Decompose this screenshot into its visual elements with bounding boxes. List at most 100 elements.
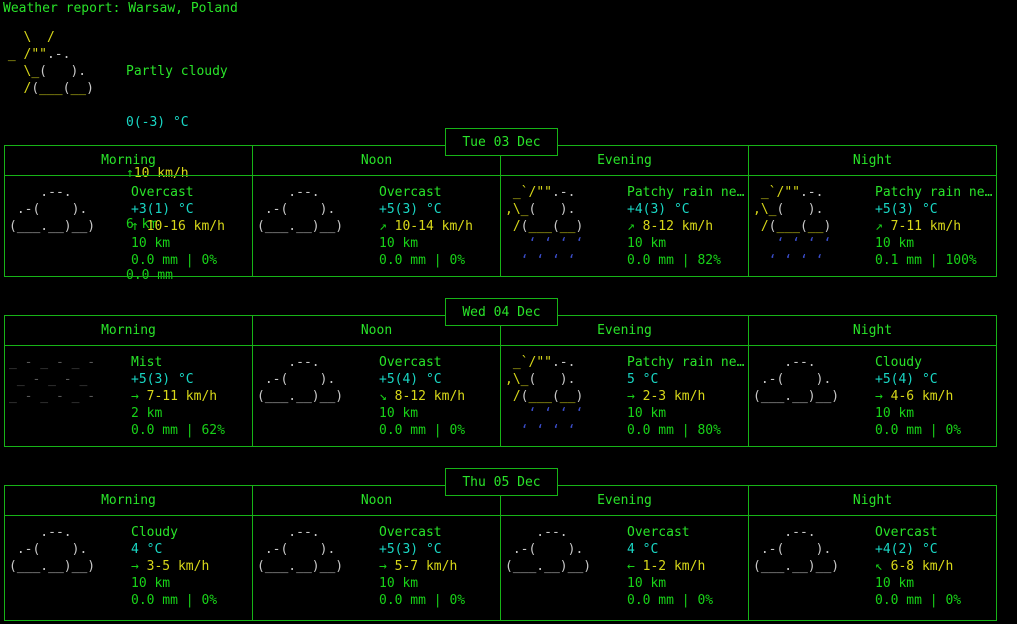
forecast-date-badge: Tue 03 Dec — [445, 128, 558, 156]
forecast-temperature: +5(3) °C — [379, 202, 442, 217]
forecast-cell-info: Overcast 4 °C ← 1-2 km/h 10 km 0.0 mm | 0% — [627, 524, 748, 620]
forecast-cell: .--. .-( ). (___.__)__) Overcast +3(1) °C ↑ … — [5, 176, 253, 276]
forecast-wind-speed: 7-11 km/h — [882, 219, 962, 234]
forecast-wind-speed: 6-8 km/h — [882, 559, 954, 574]
forecast-cell-info: Cloudy 4 °C → 3-5 km/h 10 km 0.0 mm | 0% — [131, 524, 252, 620]
forecast-day-table: Morning Noon Evening Night _ - _ - _ - _ - _… — [4, 315, 997, 447]
column-header-morning: Morning — [5, 146, 253, 175]
forecast-precipitation: 0.0 mm | 0% — [379, 253, 466, 268]
forecast-wind-speed: 8-12 km/h — [386, 389, 466, 404]
forecast-wind: → 4-6 km/h — [875, 388, 996, 405]
forecast-condition: Overcast — [379, 185, 442, 200]
forecast-condition: Patchy rain ne… — [627, 185, 745, 200]
wind-direction-icon: ↗ — [627, 219, 635, 234]
forecast-wind: ↑ 10-16 km/h — [131, 218, 252, 235]
forecast-condition: Overcast — [379, 525, 442, 540]
forecast-precipitation: 0.1 mm | 100% — [875, 253, 977, 268]
forecast-date-badge: Wed 04 Dec — [445, 298, 558, 326]
forecast-precipitation: 0.0 mm | 0% — [379, 423, 466, 438]
wind-direction-icon: → — [379, 559, 387, 574]
forecast-wind-speed: 8-12 km/h — [634, 219, 714, 234]
forecast-cell: _ - _ - _ - _ - _ - _ _ - _ - _ - Mist +5(3… — [5, 346, 253, 446]
terminal-screen: Weather report: Warsaw, Poland \ / _ /""… — [0, 0, 1017, 624]
column-header-morning: Morning — [5, 316, 253, 345]
forecast-cell: _`/"".-. ,\_( ). /(___(__) ‘ ‘ ‘ ‘ ‘ ‘ ‘ … — [501, 346, 749, 446]
forecast-visibility: 10 km — [875, 576, 915, 591]
wind-direction-icon: ← — [627, 559, 635, 574]
wind-direction-icon: ↑ — [131, 219, 139, 234]
forecast-condition: Cloudy — [875, 355, 922, 370]
forecast-wind-speed: 1-2 km/h — [634, 559, 706, 574]
forecast-visibility: 10 km — [379, 236, 419, 251]
forecast-cell-info: Cloudy +5(4) °C → 4-6 km/h 10 km 0.0 mm | 0% — [875, 354, 996, 446]
wind-direction-icon: → — [875, 389, 883, 404]
forecast-condition: Patchy rain ne… — [627, 355, 745, 370]
forecast-wind-speed: 10-14 km/h — [386, 219, 473, 234]
forecast-visibility: 10 km — [875, 406, 915, 421]
forecast-visibility: 10 km — [131, 236, 171, 251]
forecast-condition: Overcast — [875, 525, 938, 540]
current-temperature: 0(-3) °C — [126, 115, 189, 130]
forecast-cell-info: Patchy rain ne… +5(3) °C ↗ 7-11 km/h 10 km 0… — [875, 184, 996, 276]
weather-icon-cloud: .--. .-( ). (___.__)__) — [257, 525, 344, 574]
forecast-cell: .--. .-( ). (___.__)__) Overcast 4 °C ← 1-2 … — [501, 516, 749, 620]
forecast-day-table: Morning Noon Evening Night .--. .-( ). (___.… — [4, 485, 997, 621]
forecast-wind: ↗ 8-12 km/h — [627, 218, 748, 235]
forecast-precipitation: 0.0 mm | 0% — [131, 253, 218, 268]
forecast-cell: .--. .-( ). (___.__)__) Overcast +5(4) °C ↘ … — [253, 346, 501, 446]
forecast-wind: → 5-7 km/h — [379, 558, 500, 575]
forecast-wind-speed: 10-16 km/h — [138, 219, 225, 234]
weather-icon-cloud: .--. .-( ). (___.__)__) — [753, 525, 840, 574]
forecast-visibility: 10 km — [131, 576, 171, 591]
forecast-wind: → 3-5 km/h — [131, 558, 252, 575]
wind-direction-icon: → — [131, 559, 139, 574]
forecast-temperature: +5(4) °C — [875, 372, 938, 387]
forecast-cell: .--. .-( ). (___.__)__) Overcast +4(2) °C ↖ … — [749, 516, 996, 620]
forecast-date-badge: Thu 05 Dec — [445, 468, 558, 496]
forecast-temperature: +5(3) °C — [131, 372, 194, 387]
forecast-temperature: +5(3) °C — [875, 202, 938, 217]
wind-direction-icon: ↘ — [379, 389, 387, 404]
forecast-temperature: +5(3) °C — [379, 542, 442, 557]
forecast-temperature: 5 °C — [627, 372, 659, 387]
forecast-precipitation: 0.0 mm | 0% — [379, 593, 466, 608]
forecast-condition: Patchy rain ne… — [875, 185, 993, 200]
forecast-wind: ↘ 8-12 km/h — [379, 388, 500, 405]
wind-direction-icon: ↗ — [875, 219, 883, 234]
wind-direction-icon: ↗ — [379, 219, 387, 234]
forecast-precipitation: 0.0 mm | 0% — [875, 423, 962, 438]
forecast-cell: _`/"".-. ,\_( ). /(___(__) ‘ ‘ ‘ ‘ ‘ ‘ ‘ … — [501, 176, 749, 276]
forecast-cell: .--. .-( ). (___.__)__) Cloudy 4 °C → 3-5 km… — [5, 516, 253, 620]
forecast-cell-info: Overcast +5(3) °C ↗ 10-14 km/h 10 km 0.0 mm … — [379, 184, 500, 276]
forecast-temperature: +3(1) °C — [131, 202, 194, 217]
forecast-visibility: 10 km — [627, 236, 667, 251]
forecast-wind: ← 1-2 km/h — [627, 558, 748, 575]
forecast-precipitation: 0.0 mm | 62% — [131, 423, 225, 438]
forecast-body-row: _ - _ - _ - _ - _ - _ _ - _ - _ - Mist +5(3… — [5, 346, 996, 446]
forecast-visibility: 2 km — [131, 406, 163, 421]
forecast-precipitation: 0.0 mm | 82% — [627, 253, 721, 268]
forecast-cell: .--. .-( ). (___.__)__) Overcast +5(3) °C → … — [253, 516, 501, 620]
weather-icon-rain_sun: _`/"".-. ,\_( ). /(___(__) ‘ ‘ ‘ ‘ ‘ ‘ ‘ … — [753, 185, 832, 268]
forecast-wind: ↖ 6-8 km/h — [875, 558, 996, 575]
weather-icon-cloud: .--. .-( ). (___.__)__) — [753, 355, 840, 404]
wind-direction-icon: → — [131, 389, 139, 404]
forecast-cell: .--. .-( ). (___.__)__) Overcast +5(3) °C ↗ … — [253, 176, 501, 276]
forecast-visibility: 10 km — [379, 576, 419, 591]
forecast-cell: .--. .-( ). (___.__)__) Cloudy +5(4) °C → 4-… — [749, 346, 996, 446]
forecast-day-table: Morning Noon Evening Night .--. .-( ). (___.… — [4, 145, 997, 277]
weather-icon-rain_sun: _`/"".-. ,\_( ). /(___(__) ‘ ‘ ‘ ‘ ‘ ‘ ‘ … — [505, 355, 584, 438]
weather-icon-cloud: .--. .-( ). (___.__)__) — [257, 355, 344, 404]
forecast-cell-info: Overcast +4(2) °C ↖ 6-8 km/h 10 km 0.0 mm | … — [875, 524, 996, 620]
weather-icon-cloud: .--. .-( ). (___.__)__) — [257, 185, 344, 234]
forecast-cell-info: Mist +5(3) °C → 7-11 km/h 2 km 0.0 mm | 62% — [131, 354, 252, 446]
forecast-body-row: .--. .-( ). (___.__)__) Overcast +3(1) °C ↑ … — [5, 176, 996, 276]
forecast-condition: Cloudy — [131, 525, 178, 540]
weather-icon-rain_sun: _`/"".-. ,\_( ). /(___(__) ‘ ‘ ‘ ‘ ‘ ‘ ‘ … — [505, 185, 584, 268]
forecast-body-row: .--. .-( ). (___.__)__) Cloudy 4 °C → 3-5 km… — [5, 516, 996, 620]
column-header-morning: Morning — [5, 486, 253, 515]
forecast-wind-speed: 3-5 km/h — [138, 559, 210, 574]
forecast-wind: ↗ 10-14 km/h — [379, 218, 500, 235]
forecast-precipitation: 0.0 mm | 0% — [875, 593, 962, 608]
current-condition-text: Partly cloudy — [126, 64, 228, 79]
